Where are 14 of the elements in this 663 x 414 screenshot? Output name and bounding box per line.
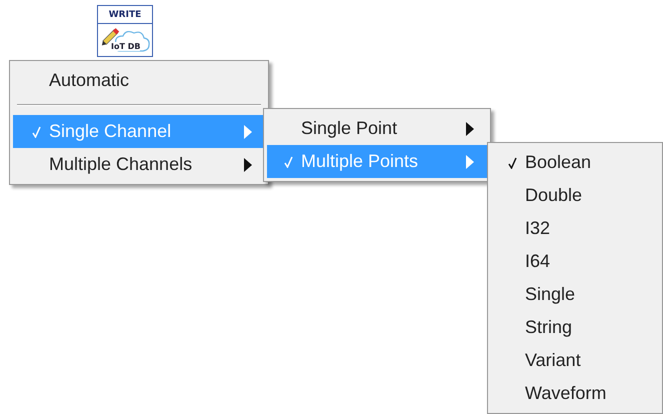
menu-item[interactable]: I64 [491, 245, 659, 278]
menu-item[interactable]: Multiple Channels [13, 148, 265, 181]
menu-item[interactable]: Automatic [13, 64, 265, 97]
menu-item[interactable]: I32 [491, 212, 659, 245]
node-header: WRITE [108, 10, 142, 20]
menu-item[interactable]: Single [491, 278, 659, 311]
menu-item[interactable]: String [491, 311, 659, 344]
menu-item[interactable]: Double [491, 179, 659, 212]
node-icon[interactable]: WRITE IoT DB [97, 5, 153, 57]
menu-item[interactable]: Waveform [491, 377, 659, 410]
node-caption: IoT DB [111, 42, 140, 51]
menu-item[interactable]: Variant [491, 344, 659, 377]
menu-item[interactable]: Boolean [491, 146, 659, 179]
menu-item[interactable]: Single Point [267, 112, 487, 145]
